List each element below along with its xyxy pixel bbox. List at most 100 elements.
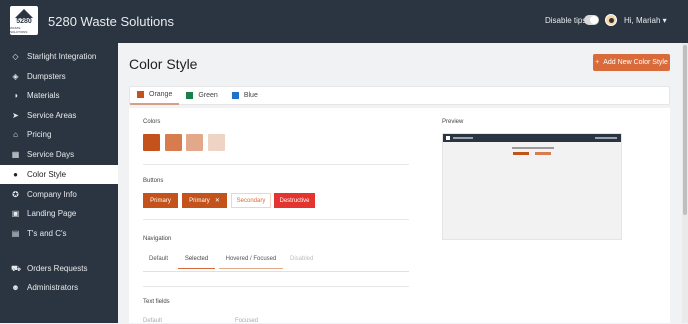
tab-label: Blue — [243, 92, 258, 99]
divider — [143, 219, 409, 220]
plus-icon: + — [595, 59, 600, 66]
sidebar-item-label: Orders Requests — [27, 264, 88, 273]
destructive-button-sample[interactable]: Destructive — [274, 193, 315, 208]
user-avatar[interactable] — [605, 14, 617, 26]
sidebar-item-dumpsters[interactable]: ◈ Dumpsters — [0, 67, 118, 86]
tab-label: Green — [198, 92, 218, 99]
nav-state-default[interactable]: Default — [149, 256, 168, 269]
add-color-style-button[interactable]: + Add New Color Style — [593, 54, 670, 71]
sidebar-item-label: Landing Page — [27, 209, 77, 218]
vertical-scrollbar[interactable] — [682, 43, 688, 323]
sidebar-item-label: Color Style — [27, 170, 67, 179]
tag-icon: ⌂ — [13, 130, 18, 139]
sidebar-item-starlight-integration[interactable]: ◇ Starlight Integration — [0, 47, 118, 66]
tab-orange[interactable]: Orange — [130, 86, 180, 105]
layers-icon: ◈ — [12, 72, 19, 81]
green-swatch-icon — [186, 92, 194, 99]
preview-user-line — [595, 137, 617, 139]
divider — [143, 286, 409, 287]
text-fields-label: Text fields — [143, 299, 170, 305]
location-arrow-icon: ➤ — [12, 111, 19, 120]
top-bar: 5280 WASTE SOLUTIONS 5280 Waste Solution… — [0, 0, 688, 43]
preview-secondary-button — [535, 152, 551, 155]
half-circle-icon: ◑ — [13, 91, 18, 100]
orange-swatch-icon — [137, 91, 144, 98]
preview-label: Preview — [442, 119, 464, 125]
document-icon: ▤ — [11, 229, 20, 238]
preview-primary-button — [513, 152, 529, 155]
logo-subtitle: WASTE SOLUTIONS — [10, 25, 28, 34]
toggle-knob — [590, 16, 598, 24]
tab-label: Orange — [149, 91, 173, 98]
diamond-icon: ◇ — [12, 52, 19, 61]
mountain-icon — [15, 8, 33, 18]
company-logo[interactable]: 5280 WASTE SOLUTIONS — [10, 6, 38, 35]
buttons-label: Buttons — [143, 178, 164, 184]
color-swatch-1[interactable] — [143, 134, 160, 151]
sidebar-item-label: T's and C's — [27, 229, 67, 238]
nav-state-selected[interactable]: Selected — [178, 256, 215, 269]
close-icon: ✕ — [214, 198, 220, 204]
sidebar-item-materials[interactable]: ◑ Materials — [0, 86, 118, 105]
color-swatch-2[interactable] — [165, 134, 182, 151]
app-title: 5280 Waste Solutions — [48, 14, 174, 29]
sidebar-item-label: Company Info — [27, 190, 77, 199]
sidebar-item-service-days[interactable]: ▦ Service Days — [0, 145, 118, 164]
sidebar-item-service-areas[interactable]: ➤ Service Areas — [0, 106, 118, 125]
tab-blue[interactable]: Blue — [225, 86, 265, 105]
sidebar-item-landing-page[interactable]: ▣ Landing Page — [0, 204, 118, 223]
color-swatch-3[interactable] — [186, 134, 203, 151]
preview-logo-icon — [446, 136, 450, 140]
avatar-face-icon — [609, 18, 614, 23]
sidebar-item-orders-requests[interactable]: ⛟ Orders Requests — [0, 259, 118, 278]
nav-underline — [143, 271, 409, 272]
text-field-default-label: Default — [143, 318, 163, 324]
page-icon: ▣ — [11, 209, 20, 218]
sidebar-item-label: Service Areas — [27, 111, 77, 120]
nav-state-disabled: Disabled — [290, 256, 314, 262]
sidebar-item-label: Administrators — [27, 283, 79, 292]
preview-title-line — [453, 137, 473, 139]
preview-header-bar — [443, 134, 621, 142]
primary-button-sample[interactable]: Primary — [143, 193, 178, 208]
sidebar: ◇ Starlight Integration ◈ Dumpsters ◑ Mater… — [0, 43, 118, 323]
add-button-label: Add New Color Style — [603, 59, 668, 66]
color-swatch-4[interactable] — [208, 134, 225, 151]
calendar-icon: ▦ — [11, 150, 20, 159]
sidebar-item-administrators[interactable]: ☻ Administrators — [0, 278, 118, 297]
users-icon: ☻ — [11, 283, 20, 292]
nav-state-hovered[interactable]: Hovered / Focused — [219, 256, 283, 269]
sidebar-item-label: Materials — [27, 91, 60, 100]
color-style-card: Colors Buttons Primary Primary ✕ Secondar… — [129, 108, 670, 324]
sidebar-item-label: Pricing — [27, 130, 52, 139]
disable-tips-label: Disable tips — [545, 16, 587, 25]
secondary-button-sample[interactable]: Secondary — [231, 193, 271, 208]
preview-panel — [442, 133, 622, 240]
palette-icon: ● — [13, 170, 18, 179]
cart-icon: ⛟ — [11, 264, 22, 273]
sidebar-item-label: Service Days — [27, 150, 75, 159]
sidebar-item-color-style[interactable]: ● Color Style — [0, 165, 118, 184]
logo-number: 5280 — [16, 17, 32, 25]
sidebar-item-company-info[interactable]: ✪ Company Info — [0, 185, 118, 204]
colors-label: Colors — [143, 119, 161, 125]
tab-green[interactable]: Green — [179, 86, 224, 105]
color-style-tabs: Orange Green Blue — [129, 86, 670, 105]
primary-close-button-sample[interactable]: Primary ✕ — [182, 193, 227, 208]
text-field-focused-label: Focused — [235, 318, 259, 324]
blue-swatch-icon — [231, 92, 239, 99]
sidebar-item-label: Starlight Integration — [27, 52, 97, 61]
preview-heading-line — [512, 147, 554, 149]
sidebar-item-terms[interactable]: ▤ T's and C's — [0, 224, 118, 243]
user-menu[interactable]: Hi, Mariah ▾ — [624, 16, 667, 25]
info-icon: ✪ — [12, 190, 19, 199]
button-label: Primary — [189, 197, 210, 204]
sidebar-item-pricing[interactable]: ⌂ Pricing — [0, 125, 118, 144]
navigation-label: Navigation — [143, 236, 172, 242]
sidebar-item-label: Dumpsters — [27, 72, 66, 81]
disable-tips-toggle[interactable] — [584, 15, 599, 25]
main-content: Color Style + Add New Color Style Orange … — [118, 43, 682, 324]
divider — [143, 164, 409, 165]
page-title: Color Style — [129, 56, 198, 72]
scrollbar-thumb[interactable] — [683, 45, 687, 215]
